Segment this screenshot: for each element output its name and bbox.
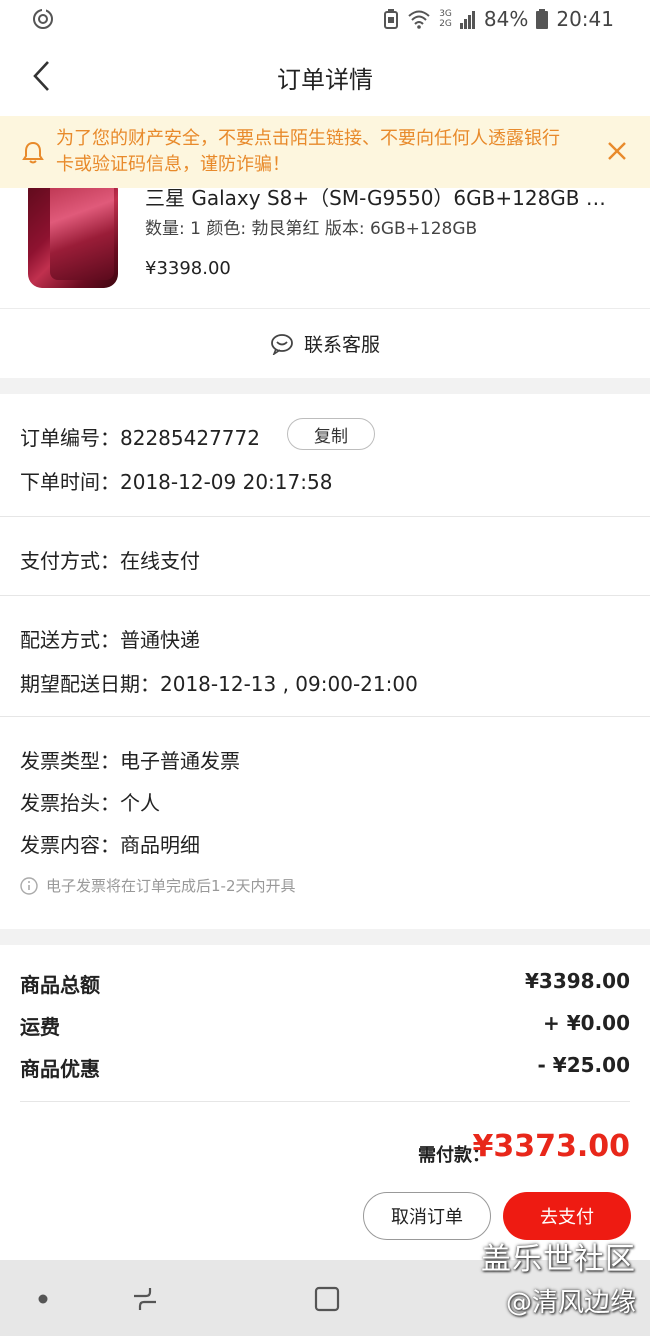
product-spec: 数量: 1 颜色: 勃艮第红 版本: 6GB+128GB <box>145 219 478 239</box>
product-image <box>28 188 118 288</box>
payment-method: 在线支付 <box>120 549 200 573</box>
order-info-section: 订单编号：82285427772 复制 下单时间：2018-12-09 20:1… <box>0 394 650 869</box>
home-button[interactable] <box>312 1284 342 1314</box>
signal-icon <box>459 9 476 29</box>
divider <box>20 1101 630 1102</box>
invoice-note: 电子发票将在订单完成后1-2天内开具 <box>20 875 296 896</box>
order-time-label: 下单时间： <box>20 470 120 494</box>
battery-saver-icon <box>383 9 399 29</box>
order-number: 82285427772 <box>120 426 260 450</box>
invoice-title-row: 发票抬头：个人 <box>20 787 160 816</box>
security-warning-banner: 为了您的财产安全，不要点击陌生链接、不要向任何人透露银行卡或验证码信息，谨防诈骗… <box>0 116 650 188</box>
network-top-label: 3G <box>439 9 452 19</box>
payable-value: ¥3373.00 <box>472 1129 630 1164</box>
discount-value: - ¥25.00 <box>537 1053 630 1077</box>
delivery-method: 普通快递 <box>120 628 200 652</box>
chat-bubble-icon <box>271 333 293 355</box>
home-icon <box>314 1286 340 1312</box>
cancel-order-button[interactable]: 取消订单 <box>363 1192 491 1240</box>
product-price: ¥3398.00 <box>145 258 231 279</box>
battery-icon <box>536 9 549 29</box>
status-bar: 3G 2G 84% 20:41 <box>0 0 650 38</box>
delivery-date-label: 期望配送日期： <box>20 672 160 696</box>
nav-dot-button[interactable] <box>30 1284 60 1314</box>
wifi-icon <box>407 9 431 29</box>
invoice-type-row: 发票类型：电子普通发票 <box>20 745 240 774</box>
discount-label: 商品优惠 <box>20 1057 100 1081</box>
payment-method-row: 支付方式：在线支付 <box>20 545 200 574</box>
info-icon <box>20 876 38 895</box>
page-title: 订单详情 <box>277 66 373 94</box>
shipping-value: + ¥0.00 <box>543 1011 630 1035</box>
product-card[interactable]: 三星 Galaxy S8+（SM-G9550）6GB+128GB 勃艮第红 移动… <box>0 188 650 308</box>
watermark-community: 盖乐世社区 <box>481 1242 636 1277</box>
contact-service-button[interactable]: 联系客服 <box>0 308 650 378</box>
payment-section: 支付方式：在线支付 <box>0 517 650 595</box>
delivery-date: 2018-12-13 , 09:00-21:00 <box>160 672 418 696</box>
network-type: 3G 2G <box>439 9 452 29</box>
pay-button[interactable]: 去支付 <box>503 1192 631 1240</box>
copy-button[interactable]: 复制 <box>287 418 375 450</box>
network-bottom-label: 2G <box>439 19 452 29</box>
invoice-section: 发票类型：电子普通发票 发票抬头：个人 发票内容：商品明细 电子发票将在订单完成… <box>0 717 650 929</box>
invoice-content: 商品明细 <box>120 833 200 857</box>
watermark-author: @清风边缘 <box>505 1288 636 1318</box>
order-time-row: 下单时间：2018-12-09 20:17:58 <box>20 466 332 495</box>
warning-text: 为了您的财产安全，不要点击陌生链接、不要向任何人透露银行卡或验证码信息，谨防诈骗… <box>56 128 560 175</box>
invoice-type: 电子普通发票 <box>120 749 240 773</box>
order-number-row: 订单编号：82285427772 <box>20 422 260 451</box>
order-time: 2018-12-09 20:17:58 <box>120 470 333 494</box>
close-icon[interactable] <box>604 138 630 164</box>
sync-icon <box>32 8 54 30</box>
totals-section: 商品总额 ¥3398.00 运费 + ¥0.00 商品优惠 - ¥25.00 需… <box>0 945 650 1172</box>
delivery-method-label: 配送方式： <box>20 628 120 652</box>
bell-icon <box>22 141 44 164</box>
recent-apps-button[interactable] <box>130 1284 160 1314</box>
invoice-note-text: 电子发票将在订单完成后1-2天内开具 <box>46 877 296 895</box>
invoice-title: 个人 <box>120 791 160 815</box>
status-indicators: 3G 2G 84% 20:41 <box>383 6 614 32</box>
product-name: 三星 Galaxy S8+（SM-G9550）6GB+128GB 勃艮第红 移动… <box>145 188 625 210</box>
goods-total-label: 商品总额 <box>20 973 100 997</box>
battery-percent: 84% <box>483 7 529 31</box>
invoice-type-label: 发票类型： <box>20 749 120 773</box>
clock: 20:41 <box>556 7 614 31</box>
order-detail-screen: 3G 2G 84% 20:41 订单详情 为了您的财产安全，不要点击陌生链接、不… <box>0 0 650 1336</box>
payment-method-label: 支付方式： <box>20 549 120 573</box>
delivery-section: 配送方式：普通快递 期望配送日期：2018-12-13 , 09:00-21:0… <box>0 596 650 716</box>
invoice-content-label: 发票内容： <box>20 833 120 857</box>
delivery-date-row: 期望配送日期：2018-12-13 , 09:00-21:00 <box>20 668 418 697</box>
recent-apps-icon <box>134 1288 156 1310</box>
header: 订单详情 <box>0 38 650 116</box>
invoice-title-label: 发票抬头： <box>20 791 120 815</box>
section-gap <box>0 378 650 394</box>
product-image-screen <box>50 188 114 280</box>
delivery-method-row: 配送方式：普通快递 <box>20 624 200 653</box>
contact-service-label: 联系客服 <box>303 334 380 356</box>
shipping-label: 运费 <box>20 1015 60 1039</box>
invoice-content-row: 发票内容：商品明细 <box>20 829 200 858</box>
order-number-label: 订单编号： <box>20 426 120 450</box>
goods-total-value: ¥3398.00 <box>524 969 630 993</box>
nav-dot-icon <box>38 1294 48 1304</box>
section-gap <box>0 929 650 945</box>
